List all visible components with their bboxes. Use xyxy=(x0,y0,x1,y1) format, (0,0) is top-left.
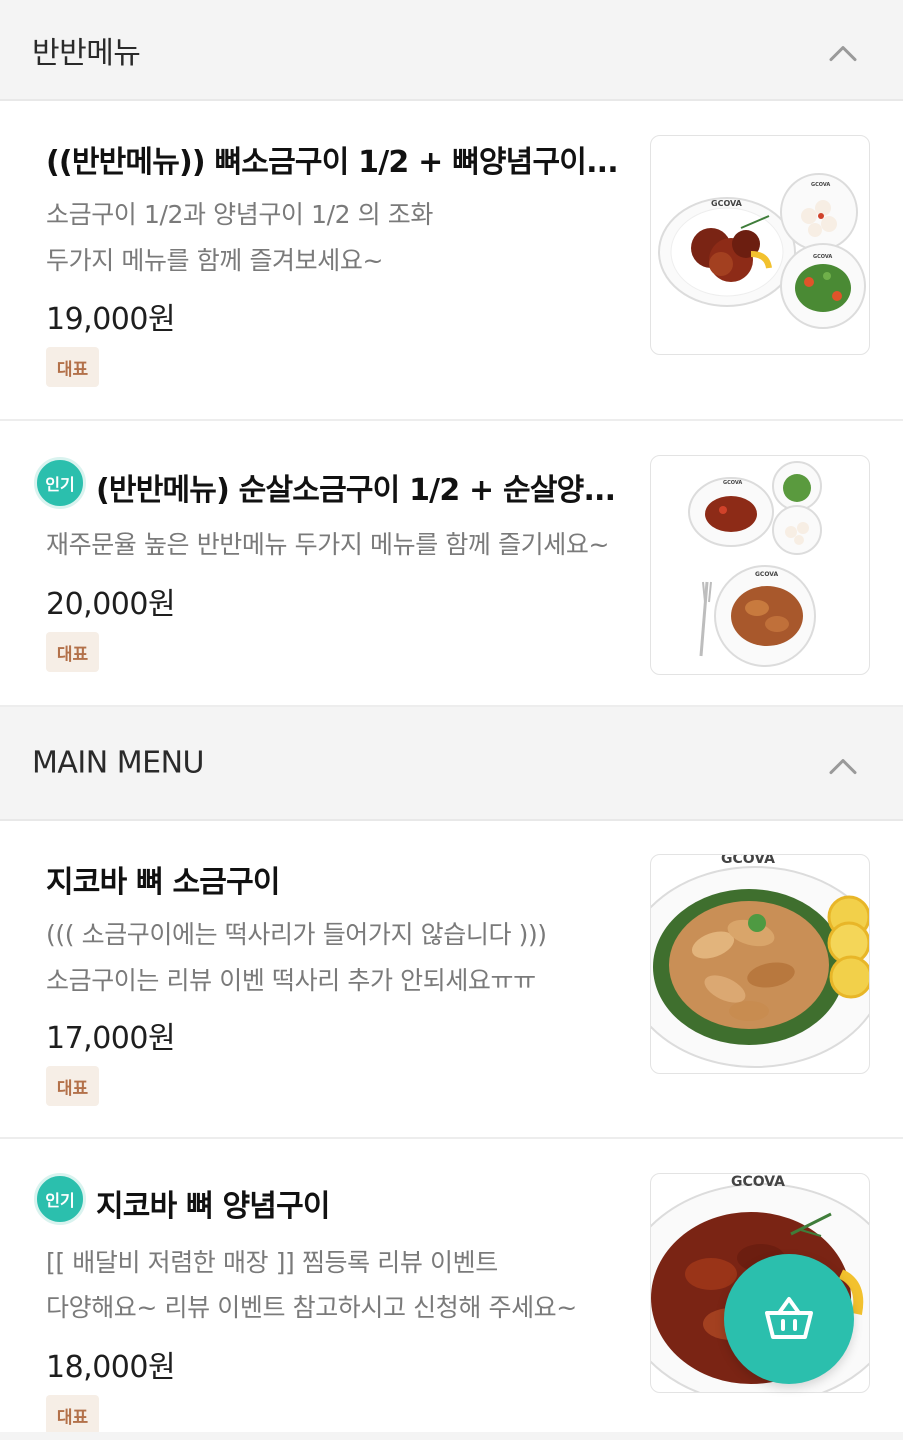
menu-item-desc-line: 재주문율 높은 반반메뉴 두가지 메뉴를 함께 즐기세요~ xyxy=(46,530,610,559)
menu-item-desc-line: [[ 배달비 저렴한 매장 ]] 찜등록 리뷰 이벤트 xyxy=(46,1248,498,1277)
menu-item-desc-line: 소금구이는 리뷰 이벤 떡사리 추가 안되세요ㅠㅠ xyxy=(46,966,536,995)
menu-item[interactable]: 지코바 뼈 소금구이 ((( 소금구이에는 떡사리가 들어가지 않습니다 )))… xyxy=(0,821,903,1139)
shopping-basket-icon xyxy=(765,1297,813,1339)
cart-button[interactable] xyxy=(724,1254,854,1384)
section-title: 반반메뉴 xyxy=(32,35,141,71)
menu-item-image[interactable]: GCOVA GCOVA GCOVA xyxy=(650,135,870,355)
chevron-up-icon[interactable] xyxy=(825,749,861,785)
bottom-divider xyxy=(0,1432,903,1440)
signature-tag: 대표 xyxy=(46,632,99,672)
signature-tag: 대표 xyxy=(46,1395,99,1435)
menu-item[interactable]: 인기 (반반메뉴) 순살소금구이 1/2 + 순살양... 재주문율 높은 반반… xyxy=(0,421,903,707)
menu-item-desc-line: 두가지 메뉴를 함께 즐겨보세요~ xyxy=(46,246,383,275)
plate-brand-label: GCOVA xyxy=(721,855,775,867)
menu-item-price: 20,000원 xyxy=(46,587,176,622)
menu-item-name: 지코바 뼈 양념구이 xyxy=(96,1189,331,1224)
popular-badge: 인기 xyxy=(34,1173,86,1225)
section-header-main-menu[interactable]: MAIN MENU xyxy=(0,707,903,821)
menu-item-image[interactable]: GCOVA GCOVA xyxy=(650,455,870,675)
plate-brand-label: GCOVA xyxy=(813,254,832,260)
menu-item-desc-line: 소금구이 1/2과 양념구이 1/2 의 조화 xyxy=(46,200,434,229)
plate-brand-label: GCOVA xyxy=(711,199,743,208)
signature-tag: 대표 xyxy=(46,1066,99,1106)
chevron-up-icon[interactable] xyxy=(825,35,861,71)
plate-brand-label: GCOVA xyxy=(731,1174,785,1190)
menu-item-name: ((반반메뉴)) 뼈소금구이 1/2 + 뼈양념구이... xyxy=(46,145,619,180)
menu-item-price: 19,000원 xyxy=(46,302,176,337)
section-title: MAIN MENU xyxy=(32,745,204,781)
signature-tag: 대표 xyxy=(46,347,99,387)
plate-brand-label: GCOVA xyxy=(723,480,742,486)
menu-item[interactable]: ((반반메뉴)) 뼈소금구이 1/2 + 뼈양념구이... 소금구이 1/2과 … xyxy=(0,101,903,421)
menu-item-price: 18,000원 xyxy=(46,1350,176,1385)
menu-item-image[interactable]: GCOVA xyxy=(650,854,870,1074)
menu-item-name: 지코바 뼈 소금구이 xyxy=(46,865,281,900)
section-header-halfhalf[interactable]: 반반메뉴 xyxy=(0,0,903,101)
menu-item-price: 17,000원 xyxy=(46,1021,176,1056)
menu-item-desc-line: ((( 소금구이에는 떡사리가 들어가지 않습니다 ))) xyxy=(46,920,547,949)
plate-brand-label: GCOVA xyxy=(811,182,830,188)
plate-brand-label: GCOVA xyxy=(755,571,779,578)
menu-item-name: (반반메뉴) 순살소금구이 1/2 + 순살양... xyxy=(96,473,616,508)
menu-item-desc-line: 다양해요~ 리뷰 이벤트 참고하시고 신청해 주세요~ xyxy=(46,1293,577,1322)
popular-badge: 인기 xyxy=(34,457,86,509)
